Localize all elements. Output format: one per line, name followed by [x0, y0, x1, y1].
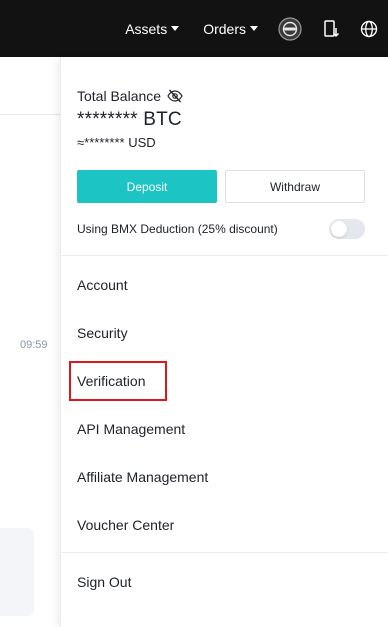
total-balance-title: Total Balance	[77, 88, 183, 104]
bmx-deduction-toggle[interactable]	[329, 219, 365, 239]
avatar-icon[interactable]	[278, 16, 302, 41]
divider	[61, 552, 388, 553]
menu-item-api-management[interactable]: API Management	[77, 420, 185, 438]
background-timestamp: 09:59	[20, 339, 48, 351]
toggle-knob	[331, 221, 347, 237]
download-app-icon[interactable]	[322, 19, 340, 39]
menu-item-voucher-center[interactable]: Voucher Center	[77, 516, 174, 534]
divider	[61, 255, 388, 256]
nav-orders-label: Orders	[203, 20, 246, 37]
nav-orders[interactable]: Orders	[203, 21, 258, 37]
nav-assets-label: Assets	[125, 20, 168, 37]
menu-item-affiliate-management[interactable]: Affiliate Management	[77, 468, 208, 486]
total-balance-label: Total Balance	[77, 88, 162, 104]
menu-item-account[interactable]: Account	[77, 276, 128, 294]
eye-off-icon[interactable]	[167, 89, 183, 103]
caret-down-icon	[250, 26, 258, 31]
balance-usd: ≈******** USD	[77, 135, 156, 150]
nav-assets[interactable]: Assets	[125, 20, 180, 37]
verification-highlight-box	[69, 361, 167, 401]
menu-item-security[interactable]: Security	[77, 324, 128, 342]
caret-down-icon	[171, 26, 180, 31]
background-divider	[0, 114, 60, 115]
bmx-deduction-label: Using BMX Deduction (25% discount)	[77, 222, 278, 236]
withdraw-button[interactable]: Withdraw	[225, 170, 365, 203]
top-navbar: Assets Orders	[0, 0, 388, 57]
globe-icon[interactable]	[360, 20, 378, 38]
balance-btc: ******** BTC	[77, 109, 182, 130]
sign-out-button[interactable]: Sign Out	[77, 573, 131, 591]
deposit-button[interactable]: Deposit	[77, 170, 217, 203]
background-card	[0, 528, 34, 616]
account-dropdown: Total Balance ******** BTC ≈******** USD…	[60, 57, 388, 627]
